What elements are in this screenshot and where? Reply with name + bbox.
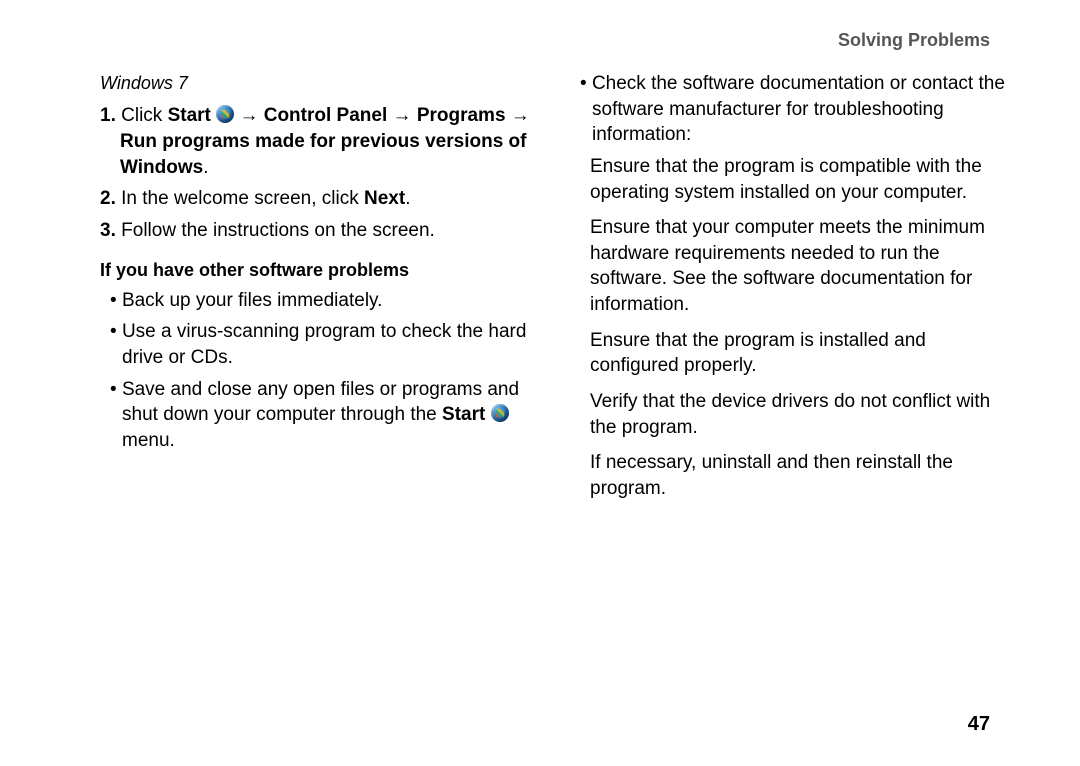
sub-item: Ensure that the program is installed and… (570, 328, 1010, 379)
page-number: 47 (968, 713, 990, 736)
arrow: → (393, 105, 412, 126)
step-number: 1. (100, 105, 116, 126)
arrow: → (239, 105, 258, 126)
bold-text: Programs (417, 105, 506, 126)
bold-text: Start (442, 404, 485, 425)
bullet-item: Check the software documentation or cont… (570, 71, 1010, 148)
sub-item: Ensure that the program is compatible wi… (570, 154, 1010, 205)
sub-item: Ensure that your computer meets the mini… (570, 215, 1010, 318)
sub-item: If necessary, uninstall and then reinsta… (570, 450, 1010, 501)
bullet-item: Back up your files immediately. (100, 288, 540, 314)
bullet-item: Use a virus-scanning program to check th… (100, 319, 540, 370)
text: . (405, 188, 410, 209)
step-number: 2. (100, 188, 116, 209)
text: Check the software documentation or cont… (592, 73, 1005, 145)
left-column: Windows 7 1. Click Start → Control Panel… (100, 71, 540, 512)
arrow: → (511, 105, 530, 126)
section-header: Solving Problems (100, 30, 1020, 51)
text: Follow the instructions on the screen. (121, 220, 435, 241)
text: In the welcome screen, click (121, 188, 359, 209)
windows-start-orb-icon (216, 105, 234, 123)
os-label: Windows 7 (100, 71, 540, 95)
text: Back up your files immediately. (122, 290, 382, 311)
subheading: If you have other software problems (100, 258, 540, 282)
bullet-item: Save and close any open files or program… (100, 377, 540, 454)
text: Click (121, 105, 162, 126)
bold-text: Start (168, 105, 211, 126)
text: menu. (122, 430, 175, 451)
bold-text: Run programs made for previous versions … (120, 131, 526, 178)
step-3: 3. Follow the instructions on the screen… (100, 218, 540, 244)
text: . (203, 157, 208, 178)
text: Use a virus-scanning program to check th… (122, 321, 526, 368)
windows-start-orb-icon (491, 404, 509, 422)
step-2: 2. In the welcome screen, click Next. (100, 186, 540, 212)
step-number: 3. (100, 220, 116, 241)
step-1: 1. Click Start → Control Panel → Program… (100, 103, 540, 180)
sub-item: Verify that the device drivers do not co… (570, 389, 1010, 440)
bold-text: Next (364, 188, 405, 209)
bold-text: Control Panel (264, 105, 388, 126)
content-columns: Windows 7 1. Click Start → Control Panel… (100, 71, 1020, 512)
right-column: Check the software documentation or cont… (570, 71, 1010, 512)
